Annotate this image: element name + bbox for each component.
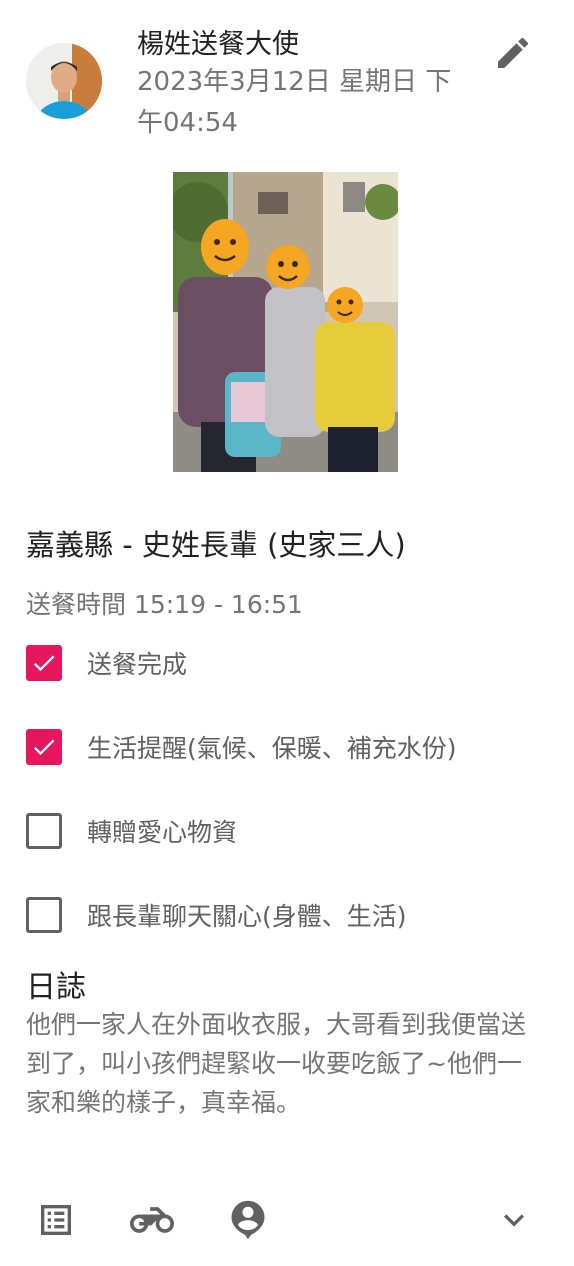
checkbox-unchecked[interactable] <box>26 813 62 849</box>
motorcycle-button[interactable] <box>128 1196 176 1244</box>
avatar[interactable] <box>26 43 102 119</box>
author-name: 楊姓送餐大使 <box>137 29 299 60</box>
pencil-icon <box>498 37 529 68</box>
checkbox-checked[interactable] <box>26 729 62 765</box>
recipient-title: 嘉義縣 - 史姓長輩 (史家三人) <box>26 528 406 562</box>
delivery-record-page: 楊姓送餐大使 2023年3月12日 星期日 下午04:54 嘉義縣 - 史姓長輩… <box>0 0 574 1266</box>
location-person-icon <box>231 1200 265 1240</box>
list-icon <box>41 1205 71 1235</box>
journal-heading: 日誌 <box>26 970 86 1005</box>
edit-button[interactable] <box>490 30 536 76</box>
delivery-photo[interactable] <box>173 172 398 472</box>
checklist-item-chat-care[interactable]: 跟長輩聊天關心(身體、生活) <box>26 896 407 934</box>
motorcycle-icon <box>130 1207 174 1233</box>
checklist-label: 跟長輩聊天關心(身體、生活) <box>87 902 407 931</box>
location-person-button[interactable] <box>224 1196 272 1244</box>
checkmark-icon <box>33 739 55 756</box>
journal-text: 他們一家人在外面收衣服，大哥看到我便當送到了，叫小孩們趕緊收一收要吃飯了~他們一… <box>26 1010 527 1117</box>
checkbox-checked[interactable] <box>26 645 62 681</box>
checklist-item-donate-supplies[interactable]: 轉贈愛心物資 <box>26 812 237 850</box>
checklist-label: 生活提醒(氣候、保暖、補充水份) <box>87 734 457 763</box>
checklist-label: 轉贈愛心物資 <box>87 818 238 847</box>
checklist-item-delivery-complete[interactable]: 送餐完成 <box>26 644 187 682</box>
chevron-down-icon <box>504 1214 524 1227</box>
list-button[interactable] <box>32 1196 80 1244</box>
checkbox-unchecked[interactable] <box>26 897 62 933</box>
post-datetime: 2023年3月12日 星期日 下午04:54 <box>137 67 452 138</box>
expand-button[interactable] <box>490 1196 538 1244</box>
checkmark-icon <box>33 655 55 672</box>
checklist-label: 送餐完成 <box>87 650 188 679</box>
delivery-time: 送餐時間 15:19 - 16:51 <box>26 590 303 619</box>
checklist-item-life-reminder[interactable]: 生活提醒(氣候、保暖、補充水份) <box>26 728 457 766</box>
